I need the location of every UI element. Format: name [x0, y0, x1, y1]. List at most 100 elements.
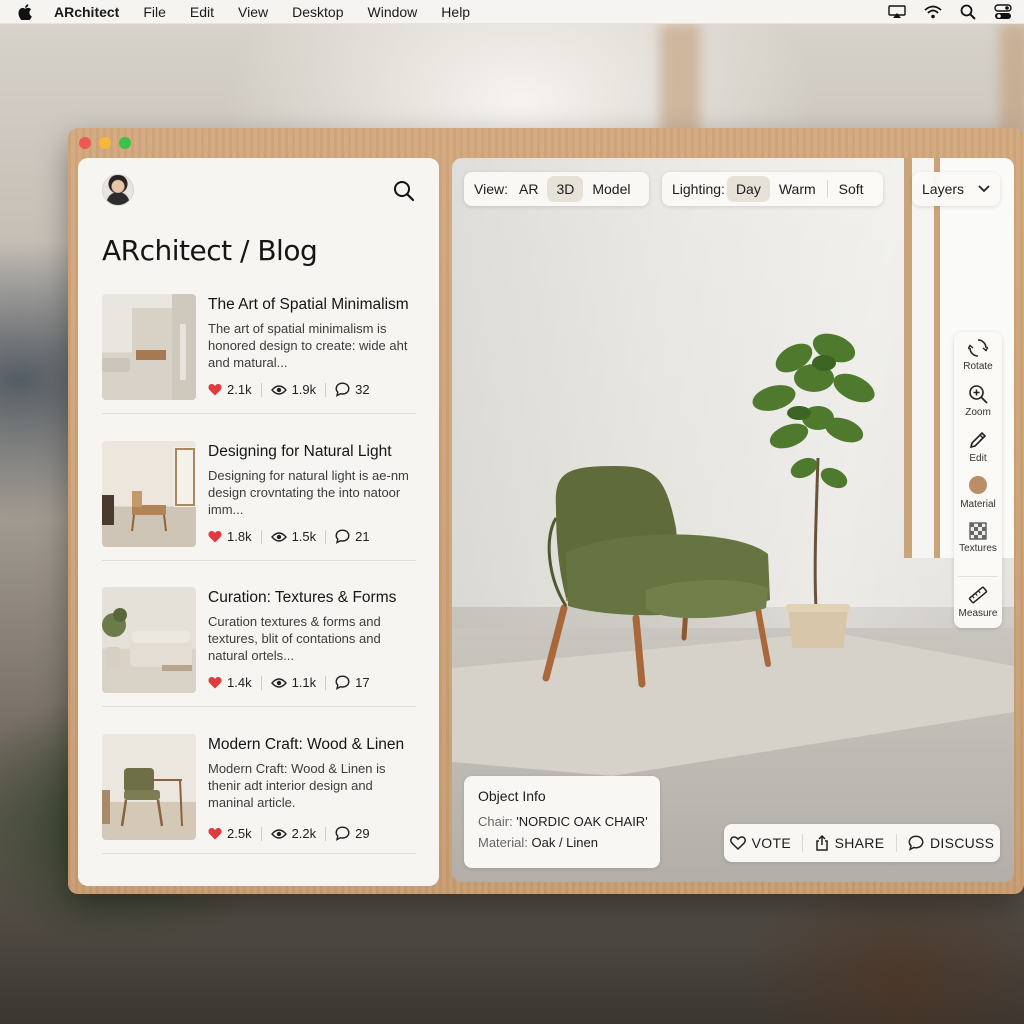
comments-count: 32	[355, 382, 370, 397]
material-label: Material	[960, 499, 996, 510]
views-stat: 1.5k	[270, 529, 317, 544]
spotlight-search-icon[interactable]	[960, 4, 976, 20]
vote-button[interactable]: VOTE	[729, 835, 791, 851]
views-stat: 1.9k	[270, 382, 317, 397]
views-count: 1.5k	[291, 529, 317, 544]
menu-view[interactable]: View	[238, 4, 268, 20]
comments-stat[interactable]: 17	[335, 675, 370, 690]
armchair-model[interactable]	[536, 458, 776, 688]
share-icon	[815, 835, 828, 851]
comment-icon	[335, 529, 350, 544]
post-thumbnail[interactable]	[102, 734, 196, 840]
heart-icon	[208, 531, 222, 543]
discuss-label: DISCUSS	[929, 835, 995, 851]
share-button[interactable]: SHARE	[815, 835, 885, 851]
tool-rail: Rotate Zoom Edit Material Textures Measu…	[954, 332, 1002, 628]
menu-edit[interactable]: Edit	[190, 4, 214, 20]
lighting-selector: Lighting: Day Warm Soft	[662, 172, 883, 206]
comments-count: 29	[355, 826, 370, 841]
likes-stat[interactable]: 1.4k	[208, 675, 252, 690]
measure-tool[interactable]: Measure	[958, 576, 998, 622]
page-title: ARchitect / Blog	[102, 234, 318, 267]
comments-count: 17	[355, 675, 370, 690]
views-count: 2.2k	[291, 826, 317, 841]
menu-help[interactable]: Help	[441, 4, 470, 20]
close-window-button[interactable]	[79, 137, 91, 149]
post-excerpt: Designing for natural light is ae-nm des…	[208, 468, 409, 517]
comments-stat[interactable]: 32	[335, 382, 370, 397]
discuss-button[interactable]: DISCUSS	[908, 835, 994, 851]
zoom-tool[interactable]: Zoom	[965, 384, 991, 430]
object-info-heading: Object Info	[478, 788, 546, 804]
likes-stat[interactable]: 2.5k	[208, 826, 252, 841]
heart-icon	[208, 677, 222, 689]
view-option-3d[interactable]: 3D	[547, 176, 584, 202]
layers-label: Layers	[922, 181, 965, 197]
blog-post[interactable]: The Art of Spatial Minimalism The art of…	[102, 294, 416, 414]
apple-menu-icon[interactable]	[18, 3, 32, 20]
post-title[interactable]: Modern Craft: Wood & Linen	[208, 736, 404, 754]
heart-outline-icon	[729, 836, 746, 850]
window-controls	[79, 137, 131, 149]
menu-desktop[interactable]: Desktop	[292, 4, 343, 20]
zoom-window-button[interactable]	[119, 137, 131, 149]
post-title[interactable]: The Art of Spatial Minimalism	[208, 296, 409, 314]
post-excerpt: Modern Craft: Wood & Linen is thenir adt…	[208, 761, 386, 810]
textures-tool[interactable]: Textures	[959, 522, 997, 568]
post-title[interactable]: Curation: Textures & Forms	[208, 589, 396, 607]
object-chair-row: Chair: 'NORDIC OAK CHAIR'	[478, 814, 648, 829]
action-bar: VOTE SHARE DISCUSS	[724, 824, 1000, 862]
likes-count: 2.1k	[227, 382, 252, 397]
post-stats: 1.4k 1.1k 17	[208, 675, 370, 690]
menu-window[interactable]: Window	[368, 4, 418, 20]
model-viewport[interactable]: View: AR 3D Model Lighting: Day Warm Sof…	[452, 158, 1014, 882]
likes-stat[interactable]: 2.1k	[208, 382, 252, 397]
view-option-model[interactable]: Model	[583, 176, 639, 202]
lighting-option-soft[interactable]: Soft	[830, 176, 873, 202]
likes-count: 1.4k	[227, 675, 252, 690]
rotate-icon	[968, 339, 988, 357]
layers-dropdown[interactable]: Layers	[912, 172, 1000, 206]
material-swatch	[968, 476, 987, 494]
blog-post[interactable]: Modern Craft: Wood & Linen Modern Craft:…	[102, 734, 416, 854]
avatar[interactable]	[102, 174, 134, 206]
rotate-tool[interactable]: Rotate	[963, 338, 993, 384]
views-count: 1.9k	[291, 382, 317, 397]
textures-label: Textures	[959, 543, 997, 554]
likes-count: 2.5k	[227, 826, 252, 841]
measure-label: Measure	[958, 608, 998, 619]
airplay-icon[interactable]	[888, 4, 906, 19]
wifi-icon[interactable]	[924, 5, 942, 19]
menu-app-name[interactable]: ARchitect	[54, 4, 119, 20]
control-center-icon[interactable]	[994, 3, 1012, 20]
lighting-option-day[interactable]: Day	[726, 176, 770, 202]
background-beam	[660, 24, 700, 134]
material-tool[interactable]: Material	[960, 476, 996, 522]
view-mode-selector: View: AR 3D Model	[464, 172, 650, 206]
eye-icon	[270, 384, 287, 395]
pencil-icon	[969, 431, 987, 449]
comments-stat[interactable]: 29	[335, 826, 370, 841]
vote-label: VOTE	[751, 835, 791, 851]
blog-post[interactable]: Curation: Textures & Forms Curation text…	[102, 587, 416, 707]
post-thumbnail[interactable]	[102, 294, 196, 400]
post-stats: 1.8k 1.5k 21	[208, 529, 370, 544]
post-thumbnail[interactable]	[102, 587, 196, 693]
post-thumbnail[interactable]	[102, 441, 196, 547]
edit-tool[interactable]: Edit	[968, 430, 988, 476]
comments-stat[interactable]: 21	[335, 529, 370, 544]
blog-panel: ARchitect / Blog The Art of Spatial Mini…	[78, 158, 439, 886]
material-row-label: Material:	[478, 835, 528, 850]
view-option-ar[interactable]: AR	[510, 176, 547, 202]
views-stat: 1.1k	[270, 675, 316, 690]
menu-file[interactable]: File	[143, 4, 166, 20]
blog-post[interactable]: Designing for Natural Light Designing fo…	[102, 441, 416, 561]
minimize-window-button[interactable]	[99, 137, 111, 149]
post-stats: 2.1k 1.9k 32	[208, 382, 370, 397]
share-label: SHARE	[834, 835, 885, 851]
app-window: ARchitect / Blog The Art of Spatial Mini…	[68, 128, 1024, 894]
lighting-option-warm[interactable]: Warm	[770, 176, 825, 202]
likes-stat[interactable]: 1.8k	[208, 529, 252, 544]
post-title[interactable]: Designing for Natural Light	[208, 443, 392, 461]
search-icon[interactable]	[393, 180, 415, 202]
